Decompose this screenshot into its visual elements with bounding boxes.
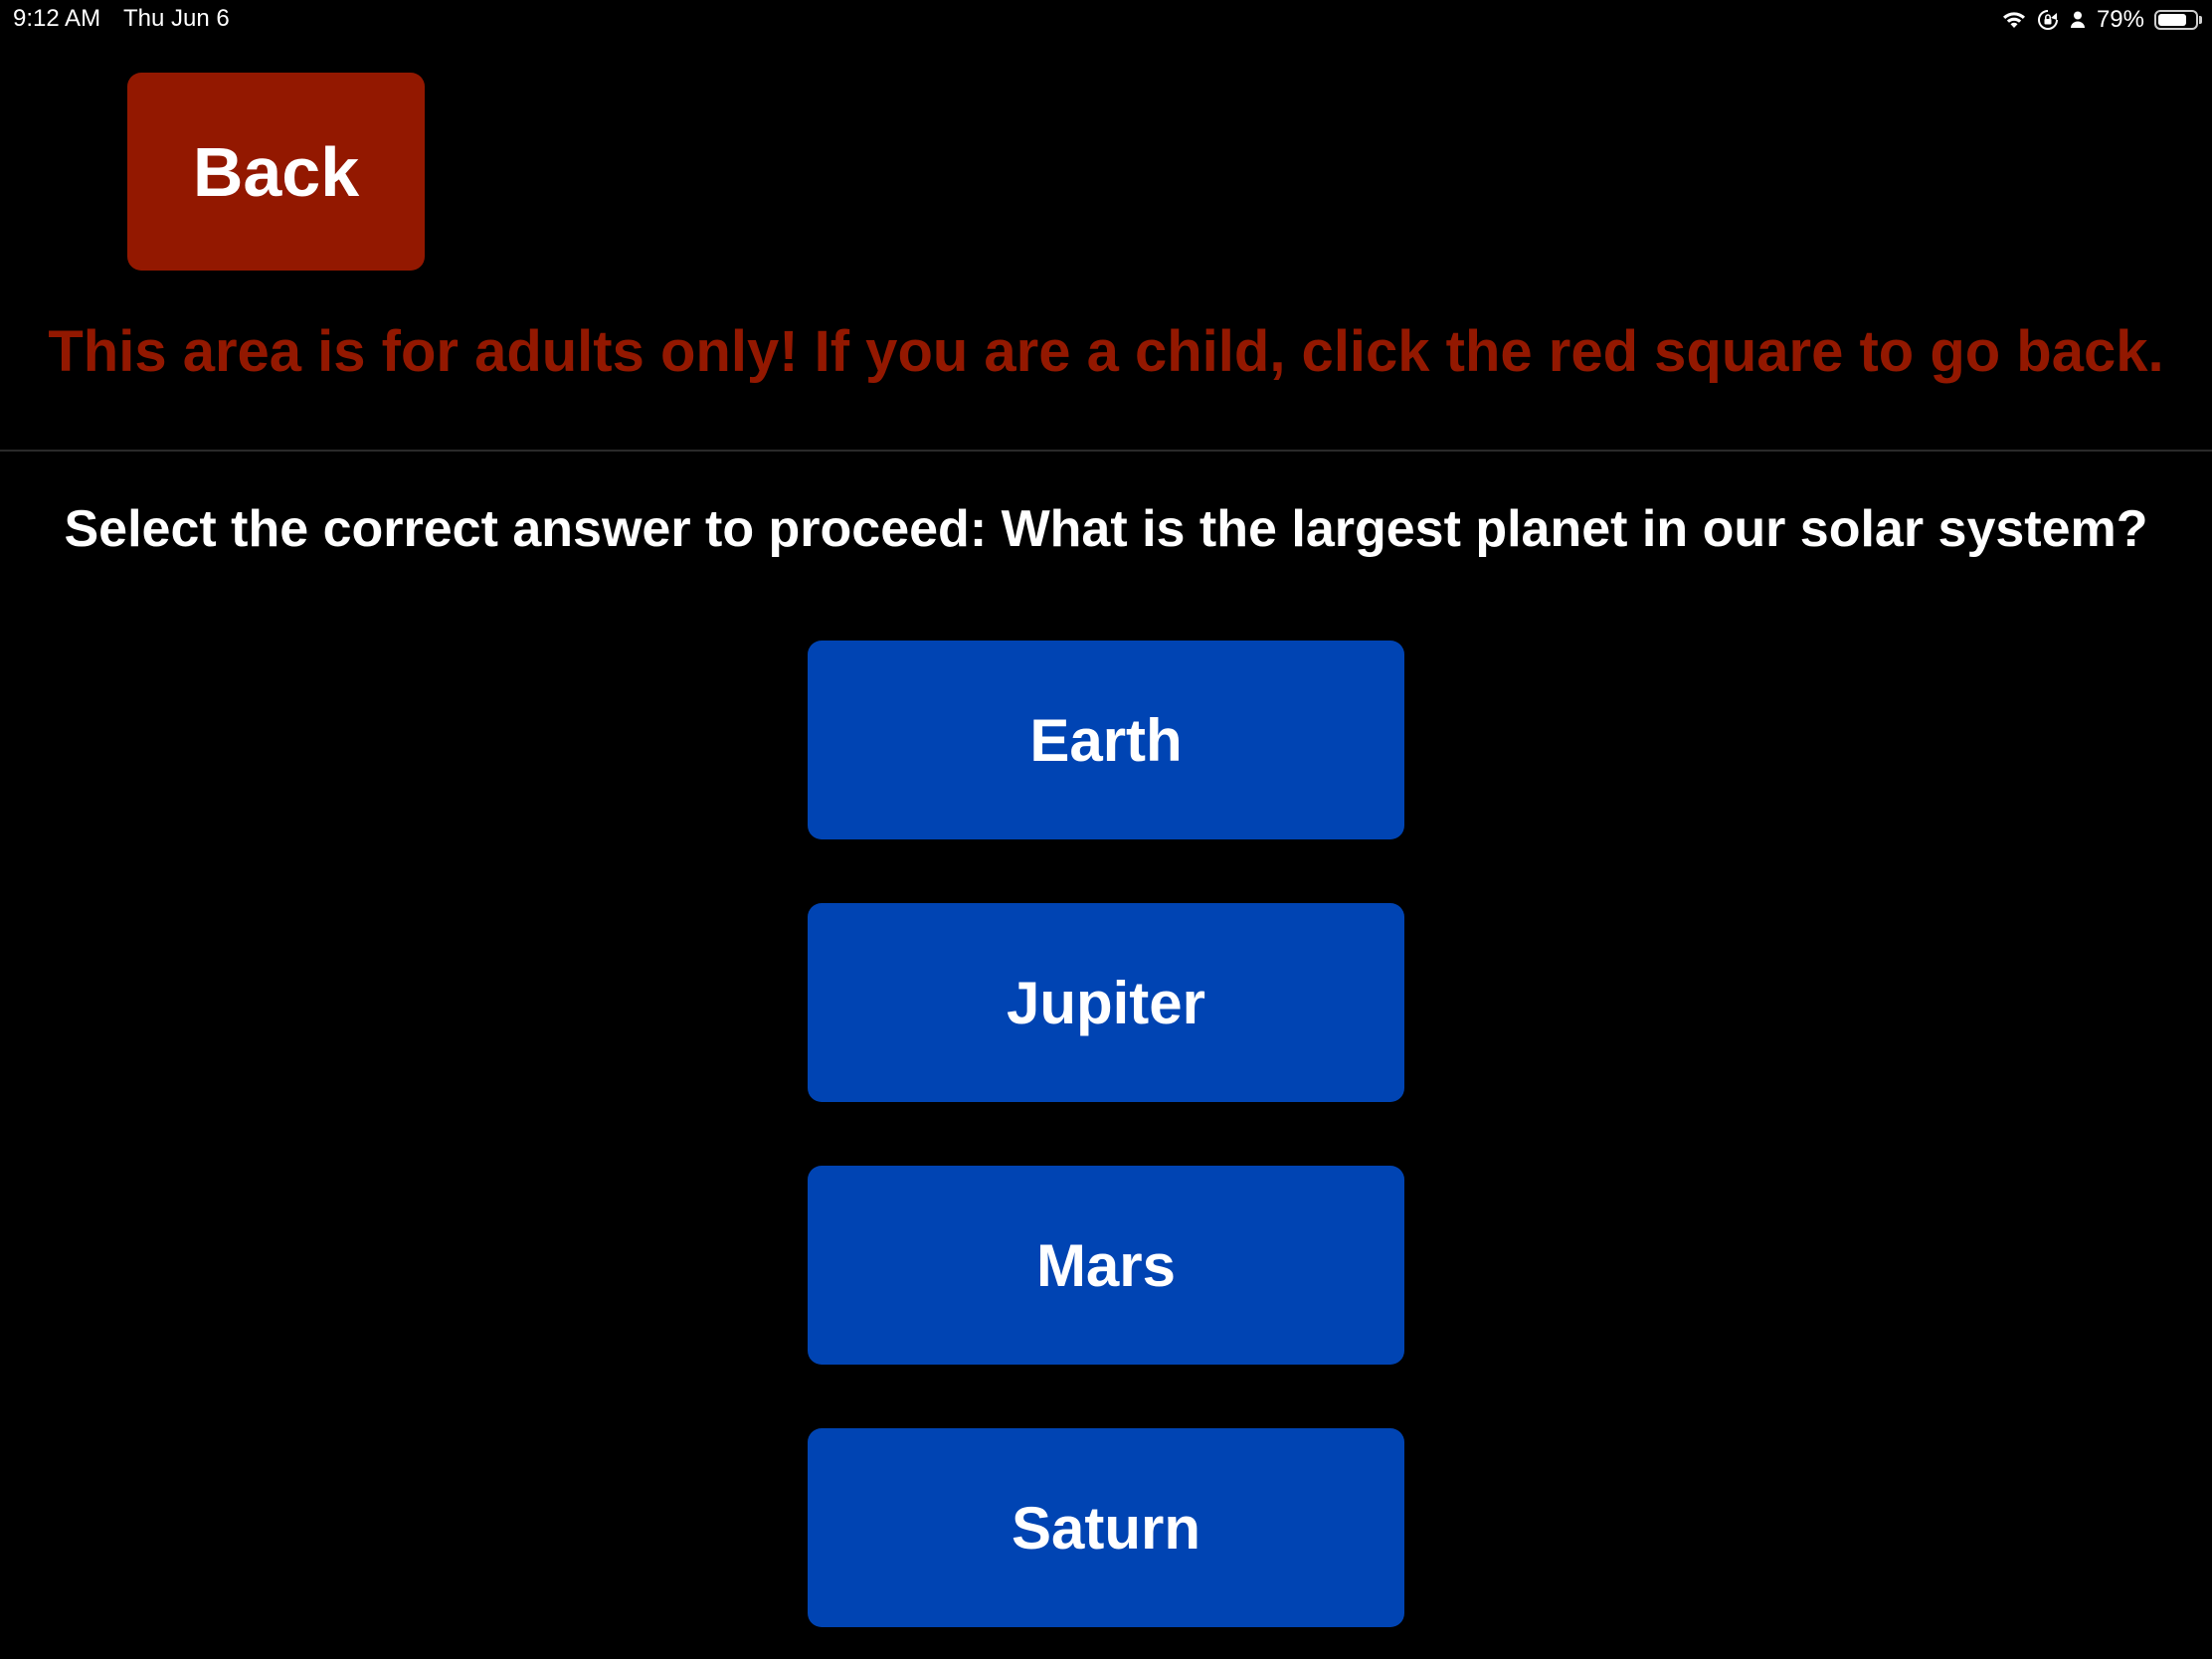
battery-percent: 79% — [2096, 6, 2144, 33]
status-indicators: 79% — [2001, 4, 2202, 36]
status-date: Thu Jun 6 — [123, 5, 230, 32]
battery-icon — [2154, 10, 2202, 30]
answer-button-mars[interactable]: Mars — [808, 1166, 1404, 1365]
answer-button-jupiter[interactable]: Jupiter — [808, 903, 1404, 1102]
person-icon — [2069, 9, 2087, 31]
status-bar: 9:12 AM Thu Jun 6 79% — [0, 0, 2212, 40]
adults-only-warning: This area is for adults only! If you are… — [48, 319, 2164, 384]
back-button[interactable]: Back — [127, 73, 425, 271]
answer-button-earth[interactable]: Earth — [808, 641, 1404, 839]
parental-gate-screen: 9:12 AM Thu Jun 6 79% Back This area is … — [0, 0, 2212, 1659]
wifi-icon — [2001, 10, 2027, 30]
question-prompt: Select the correct answer to proceed: Wh… — [64, 500, 2148, 558]
status-time: 9:12 AM — [13, 5, 101, 32]
screen-lock-rotation-icon — [2037, 9, 2059, 31]
divider — [0, 450, 2212, 452]
answer-list: Earth Jupiter Mars Saturn — [808, 641, 1404, 1659]
answer-button-saturn[interactable]: Saturn — [808, 1428, 1404, 1627]
battery-fill — [2158, 14, 2186, 26]
